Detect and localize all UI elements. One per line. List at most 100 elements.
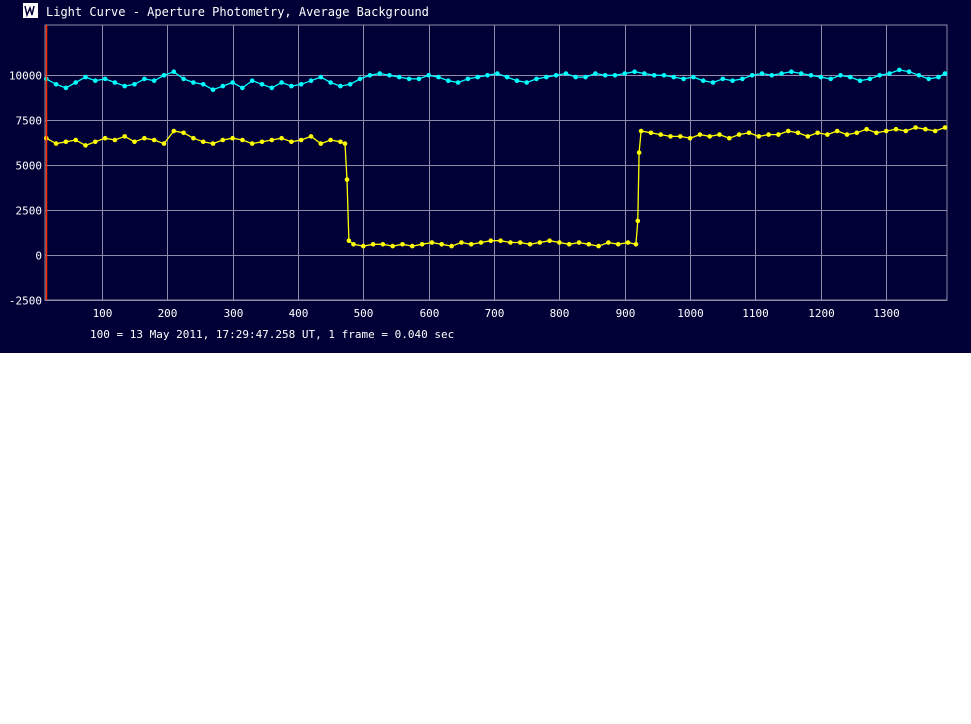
data-point — [298, 82, 304, 87]
data-point — [828, 76, 833, 82]
data-point — [798, 71, 804, 76]
data-point — [864, 126, 869, 132]
data-point — [142, 76, 147, 82]
data-point — [877, 73, 882, 78]
data-point — [328, 80, 333, 85]
data-point — [449, 243, 454, 249]
x-tick-label: 500 — [354, 307, 374, 320]
x-tick-label: 600 — [420, 307, 440, 320]
data-point — [730, 78, 735, 83]
data-point — [380, 242, 386, 247]
data-point — [171, 128, 177, 134]
data-point — [478, 240, 484, 245]
data-point — [749, 73, 755, 78]
data-point — [161, 141, 167, 146]
data-point — [557, 240, 562, 245]
data-point — [132, 82, 137, 87]
data-point — [181, 76, 186, 82]
data-point — [488, 238, 494, 243]
data-point — [351, 242, 356, 247]
target-star-series — [44, 125, 948, 249]
data-point — [857, 78, 863, 83]
data-point — [687, 135, 693, 141]
data-point — [697, 132, 703, 137]
data-point — [583, 74, 588, 80]
data-point — [740, 76, 745, 82]
data-point — [668, 134, 673, 139]
data-point — [269, 85, 275, 91]
data-point — [547, 238, 552, 243]
data-point — [504, 74, 510, 80]
data-point — [191, 135, 196, 141]
x-tick-label: 1100 — [742, 307, 769, 320]
data-point — [367, 73, 373, 78]
data-point — [63, 139, 69, 145]
data-point — [495, 71, 500, 76]
x-tick-label: 400 — [289, 307, 309, 320]
data-point — [936, 74, 941, 80]
y-tick-label: -2500 — [9, 295, 42, 308]
data-point — [544, 74, 549, 80]
x-tick-label: 200 — [158, 307, 178, 320]
data-point — [308, 78, 314, 83]
x-tick-label: 1300 — [873, 307, 900, 320]
data-point — [622, 71, 628, 76]
data-point — [485, 73, 490, 78]
data-point — [468, 242, 474, 247]
data-point — [308, 134, 314, 139]
data-point — [191, 80, 196, 85]
data-point — [240, 137, 245, 143]
data-point — [514, 78, 520, 83]
data-point — [553, 73, 559, 78]
data-point — [658, 132, 663, 137]
data-point — [566, 242, 572, 247]
data-point — [700, 78, 706, 83]
light-curve-chart: -2500 0 2500 5000 7500 10000 100 200 300 400 500 6… — [9, 24, 948, 320]
data-point — [710, 80, 716, 85]
data-point — [318, 141, 324, 146]
data-point — [805, 134, 811, 139]
y-tick-label: 7500 — [16, 115, 43, 128]
data-point — [230, 80, 235, 85]
data-point — [436, 74, 441, 80]
data-point — [53, 82, 59, 87]
data-point — [220, 83, 226, 89]
data-point — [249, 78, 255, 83]
data-point — [916, 73, 922, 78]
data-point — [410, 243, 415, 249]
data-point — [746, 130, 752, 136]
data-point — [249, 141, 255, 146]
data-point — [459, 240, 464, 245]
data-point — [289, 83, 294, 89]
y-tick-label: 0 — [35, 250, 42, 263]
data-point — [563, 71, 569, 76]
chart-series — [44, 67, 948, 249]
data-point — [53, 141, 59, 146]
data-point — [661, 73, 667, 78]
data-point — [377, 71, 383, 76]
data-point — [416, 76, 422, 82]
data-point — [406, 76, 412, 82]
data-point — [756, 134, 762, 139]
data-point — [527, 242, 533, 247]
y-tick-label: 5000 — [16, 160, 43, 173]
data-point — [387, 73, 392, 78]
data-point — [269, 137, 275, 143]
data-point — [671, 74, 677, 80]
data-point — [259, 139, 265, 145]
data-point — [903, 128, 909, 134]
data-point — [517, 240, 523, 245]
data-point — [279, 80, 284, 85]
data-point — [635, 218, 641, 224]
data-point — [795, 130, 801, 136]
data-point — [942, 125, 948, 130]
data-point — [897, 67, 902, 73]
data-point — [259, 82, 265, 87]
x-tick-label: 100 — [93, 307, 113, 320]
data-point — [834, 128, 840, 134]
data-point — [298, 137, 304, 143]
data-point — [346, 238, 352, 243]
data-point — [122, 83, 127, 89]
x-tick-label: 700 — [485, 307, 505, 320]
data-point — [524, 80, 529, 85]
